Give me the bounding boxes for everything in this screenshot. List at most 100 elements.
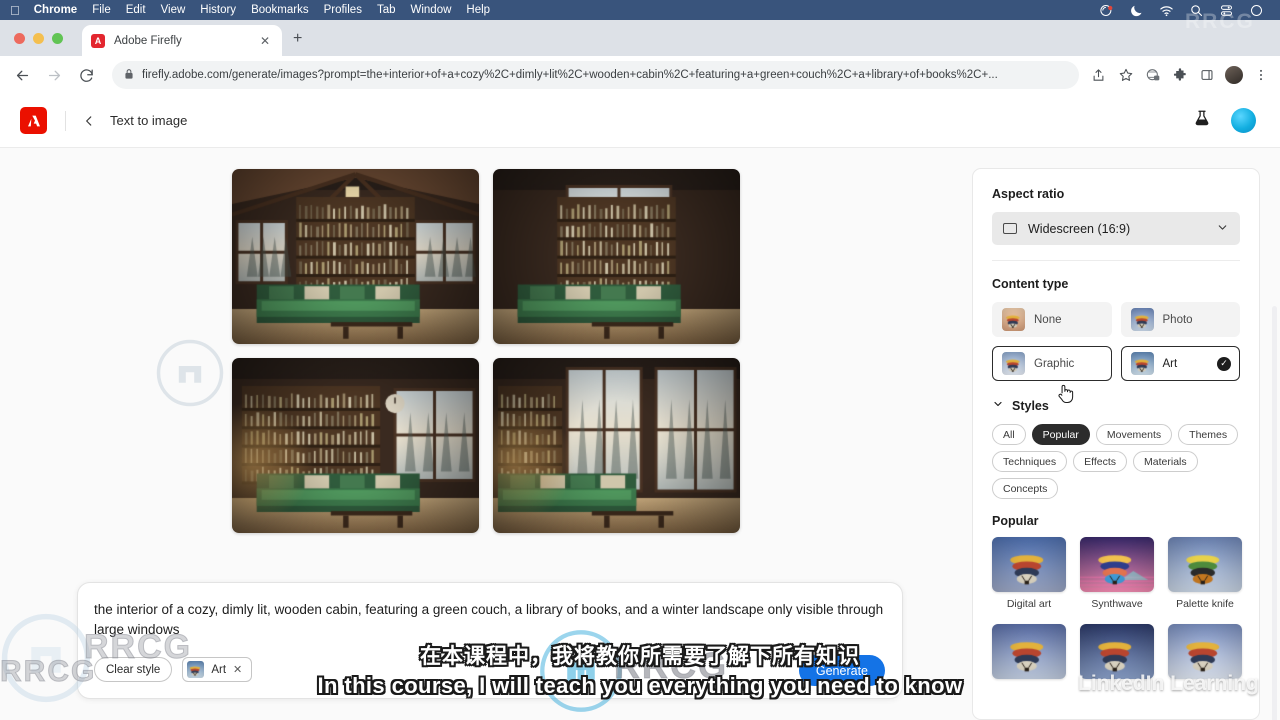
close-icon[interactable]: ✕ <box>257 34 273 48</box>
browser-toolbar: firefly.adobe.com/generate/images?prompt… <box>0 56 1280 94</box>
content-type-art[interactable]: Art ✓ <box>1121 346 1241 381</box>
main-canvas: the interior of a cozy, dimly lit, woode… <box>0 148 1280 720</box>
browser-tab[interactable]: A Adobe Firefly ✕ <box>82 25 282 56</box>
style-chip-label: Art <box>211 664 226 676</box>
style-filter-pills: All Popular Movements Themes Techniques … <box>992 424 1240 499</box>
search-icon[interactable] <box>1189 3 1204 18</box>
siri-icon[interactable] <box>1249 3 1264 18</box>
panel-scrollbar[interactable] <box>1272 306 1277 720</box>
style-preview-image <box>992 624 1066 679</box>
menu-view[interactable]: View <box>161 4 186 16</box>
style-thumb-row2-c[interactable] <box>1168 624 1242 679</box>
style-filter-concepts[interactable]: Concepts <box>992 478 1058 499</box>
style-filter-themes[interactable]: Themes <box>1178 424 1238 445</box>
share-icon[interactable] <box>1085 62 1112 89</box>
lock-icon <box>124 68 134 83</box>
style-thumb-label: Synthwave <box>1091 598 1142 610</box>
content-type-art-label: Art <box>1163 358 1178 370</box>
style-thumbnail-grid: Digital art Synthwave Palette knife <box>992 537 1240 679</box>
style-thumb-palette-knife[interactable]: Palette knife <box>1168 537 1242 610</box>
screen-root:  Chrome File Edit View History Bookmark… <box>0 0 1280 720</box>
chevron-down-icon <box>992 398 1004 413</box>
window-controls[interactable] <box>14 33 63 44</box>
new-tab-button[interactable]: + <box>293 31 302 47</box>
style-filter-materials[interactable]: Materials <box>1133 451 1198 472</box>
style-filter-all[interactable]: All <box>992 424 1026 445</box>
page-title: Text to image <box>110 113 187 128</box>
beaker-icon[interactable] <box>1193 109 1211 132</box>
content-type-photo[interactable]: Photo <box>1121 302 1241 337</box>
minimize-window-button[interactable] <box>33 33 44 44</box>
styles-section-header[interactable]: Styles <box>992 398 1240 413</box>
menu-bookmarks[interactable]: Bookmarks <box>251 4 309 16</box>
content-type-graphic[interactable]: Graphic <box>992 346 1112 381</box>
apple-icon[interactable]:  <box>10 4 20 17</box>
popular-group-label: Popular <box>992 514 1240 528</box>
prompt-bar: the interior of a cozy, dimly lit, woode… <box>77 582 903 699</box>
close-icon[interactable]: ✕ <box>233 663 242 676</box>
back-arrow-icon[interactable] <box>8 61 36 89</box>
prompt-input[interactable]: the interior of a cozy, dimly lit, woode… <box>94 600 884 640</box>
style-thumb-label: Digital art <box>1007 598 1051 610</box>
menu-file[interactable]: File <box>92 4 111 16</box>
maximize-window-button[interactable] <box>52 33 63 44</box>
url-text: firefly.adobe.com/generate/images?prompt… <box>142 69 998 81</box>
address-bar[interactable]: firefly.adobe.com/generate/images?prompt… <box>112 61 1079 89</box>
styles-label: Styles <box>1012 399 1049 413</box>
style-filter-techniques[interactable]: Techniques <box>992 451 1067 472</box>
style-filter-movements[interactable]: Movements <box>1096 424 1172 445</box>
generated-image-2[interactable] <box>493 169 740 344</box>
graphic-thumb <box>1002 352 1025 375</box>
style-thumb-digital-art[interactable]: Digital art <box>992 537 1066 610</box>
menu-window[interactable]: Window <box>411 4 452 16</box>
screen-recording-icon[interactable] <box>1099 3 1114 18</box>
clear-style-button[interactable]: Clear style <box>94 657 172 682</box>
style-preview-image <box>1168 624 1242 679</box>
menu-help[interactable]: Help <box>466 4 490 16</box>
moon-icon[interactable] <box>1129 3 1144 18</box>
wifi-icon[interactable] <box>1159 3 1174 18</box>
forward-arrow-icon[interactable] <box>40 61 68 89</box>
settings-panel: Aspect ratio Widescreen (16:9) Content t… <box>972 168 1260 720</box>
chrome-menu-icon[interactable] <box>1247 62 1274 89</box>
style-preview-image <box>1168 537 1242 592</box>
content-type-grid: None Photo Graphic Art ✓ <box>992 302 1240 381</box>
user-avatar[interactable] <box>1231 108 1256 133</box>
style-chip-art[interactable]: Art ✕ <box>182 657 252 682</box>
firefly-app-header: Text to image <box>0 94 1280 148</box>
side-panel-icon[interactable] <box>1193 62 1220 89</box>
style-thumb-synthwave[interactable]: Synthwave <box>1080 537 1154 610</box>
control-center-icon[interactable] <box>1219 3 1234 18</box>
aspect-ratio-icon <box>1003 223 1017 234</box>
style-filter-popular[interactable]: Popular <box>1032 424 1090 445</box>
menu-edit[interactable]: Edit <box>126 4 146 16</box>
style-thumb-row2-a[interactable] <box>992 624 1066 679</box>
content-type-photo-label: Photo <box>1163 314 1193 326</box>
content-type-none[interactable]: None <box>992 302 1112 337</box>
generated-images-grid <box>232 169 740 542</box>
reload-icon[interactable] <box>72 61 100 89</box>
generated-image-1[interactable] <box>232 169 479 344</box>
chevron-down-icon <box>1216 221 1229 237</box>
extensions-puzzle-icon[interactable] <box>1166 62 1193 89</box>
back-button[interactable] <box>82 114 96 128</box>
adobe-firefly-favicon: A <box>91 34 105 48</box>
profile-avatar[interactable] <box>1220 62 1247 89</box>
aspect-ratio-select[interactable]: Widescreen (16:9) <box>992 212 1240 245</box>
generated-image-4[interactable] <box>493 358 740 533</box>
generated-image-3[interactable] <box>232 358 479 533</box>
generate-button[interactable]: Generate <box>799 655 885 686</box>
menu-profiles[interactable]: Profiles <box>324 4 362 16</box>
adobe-logo[interactable] <box>20 107 47 134</box>
style-thumb-row2-b[interactable] <box>1080 624 1154 679</box>
menu-history[interactable]: History <box>200 4 236 16</box>
menu-chrome[interactable]: Chrome <box>34 4 77 16</box>
bookmark-star-icon[interactable] <box>1112 62 1139 89</box>
check-icon: ✓ <box>1217 357 1231 371</box>
menu-tab[interactable]: Tab <box>377 4 396 16</box>
style-thumb-label: Palette knife <box>1176 598 1234 610</box>
content-type-none-label: None <box>1034 314 1062 326</box>
style-filter-effects[interactable]: Effects <box>1073 451 1127 472</box>
close-window-button[interactable] <box>14 33 25 44</box>
privacy-shield-icon[interactable] <box>1139 62 1166 89</box>
